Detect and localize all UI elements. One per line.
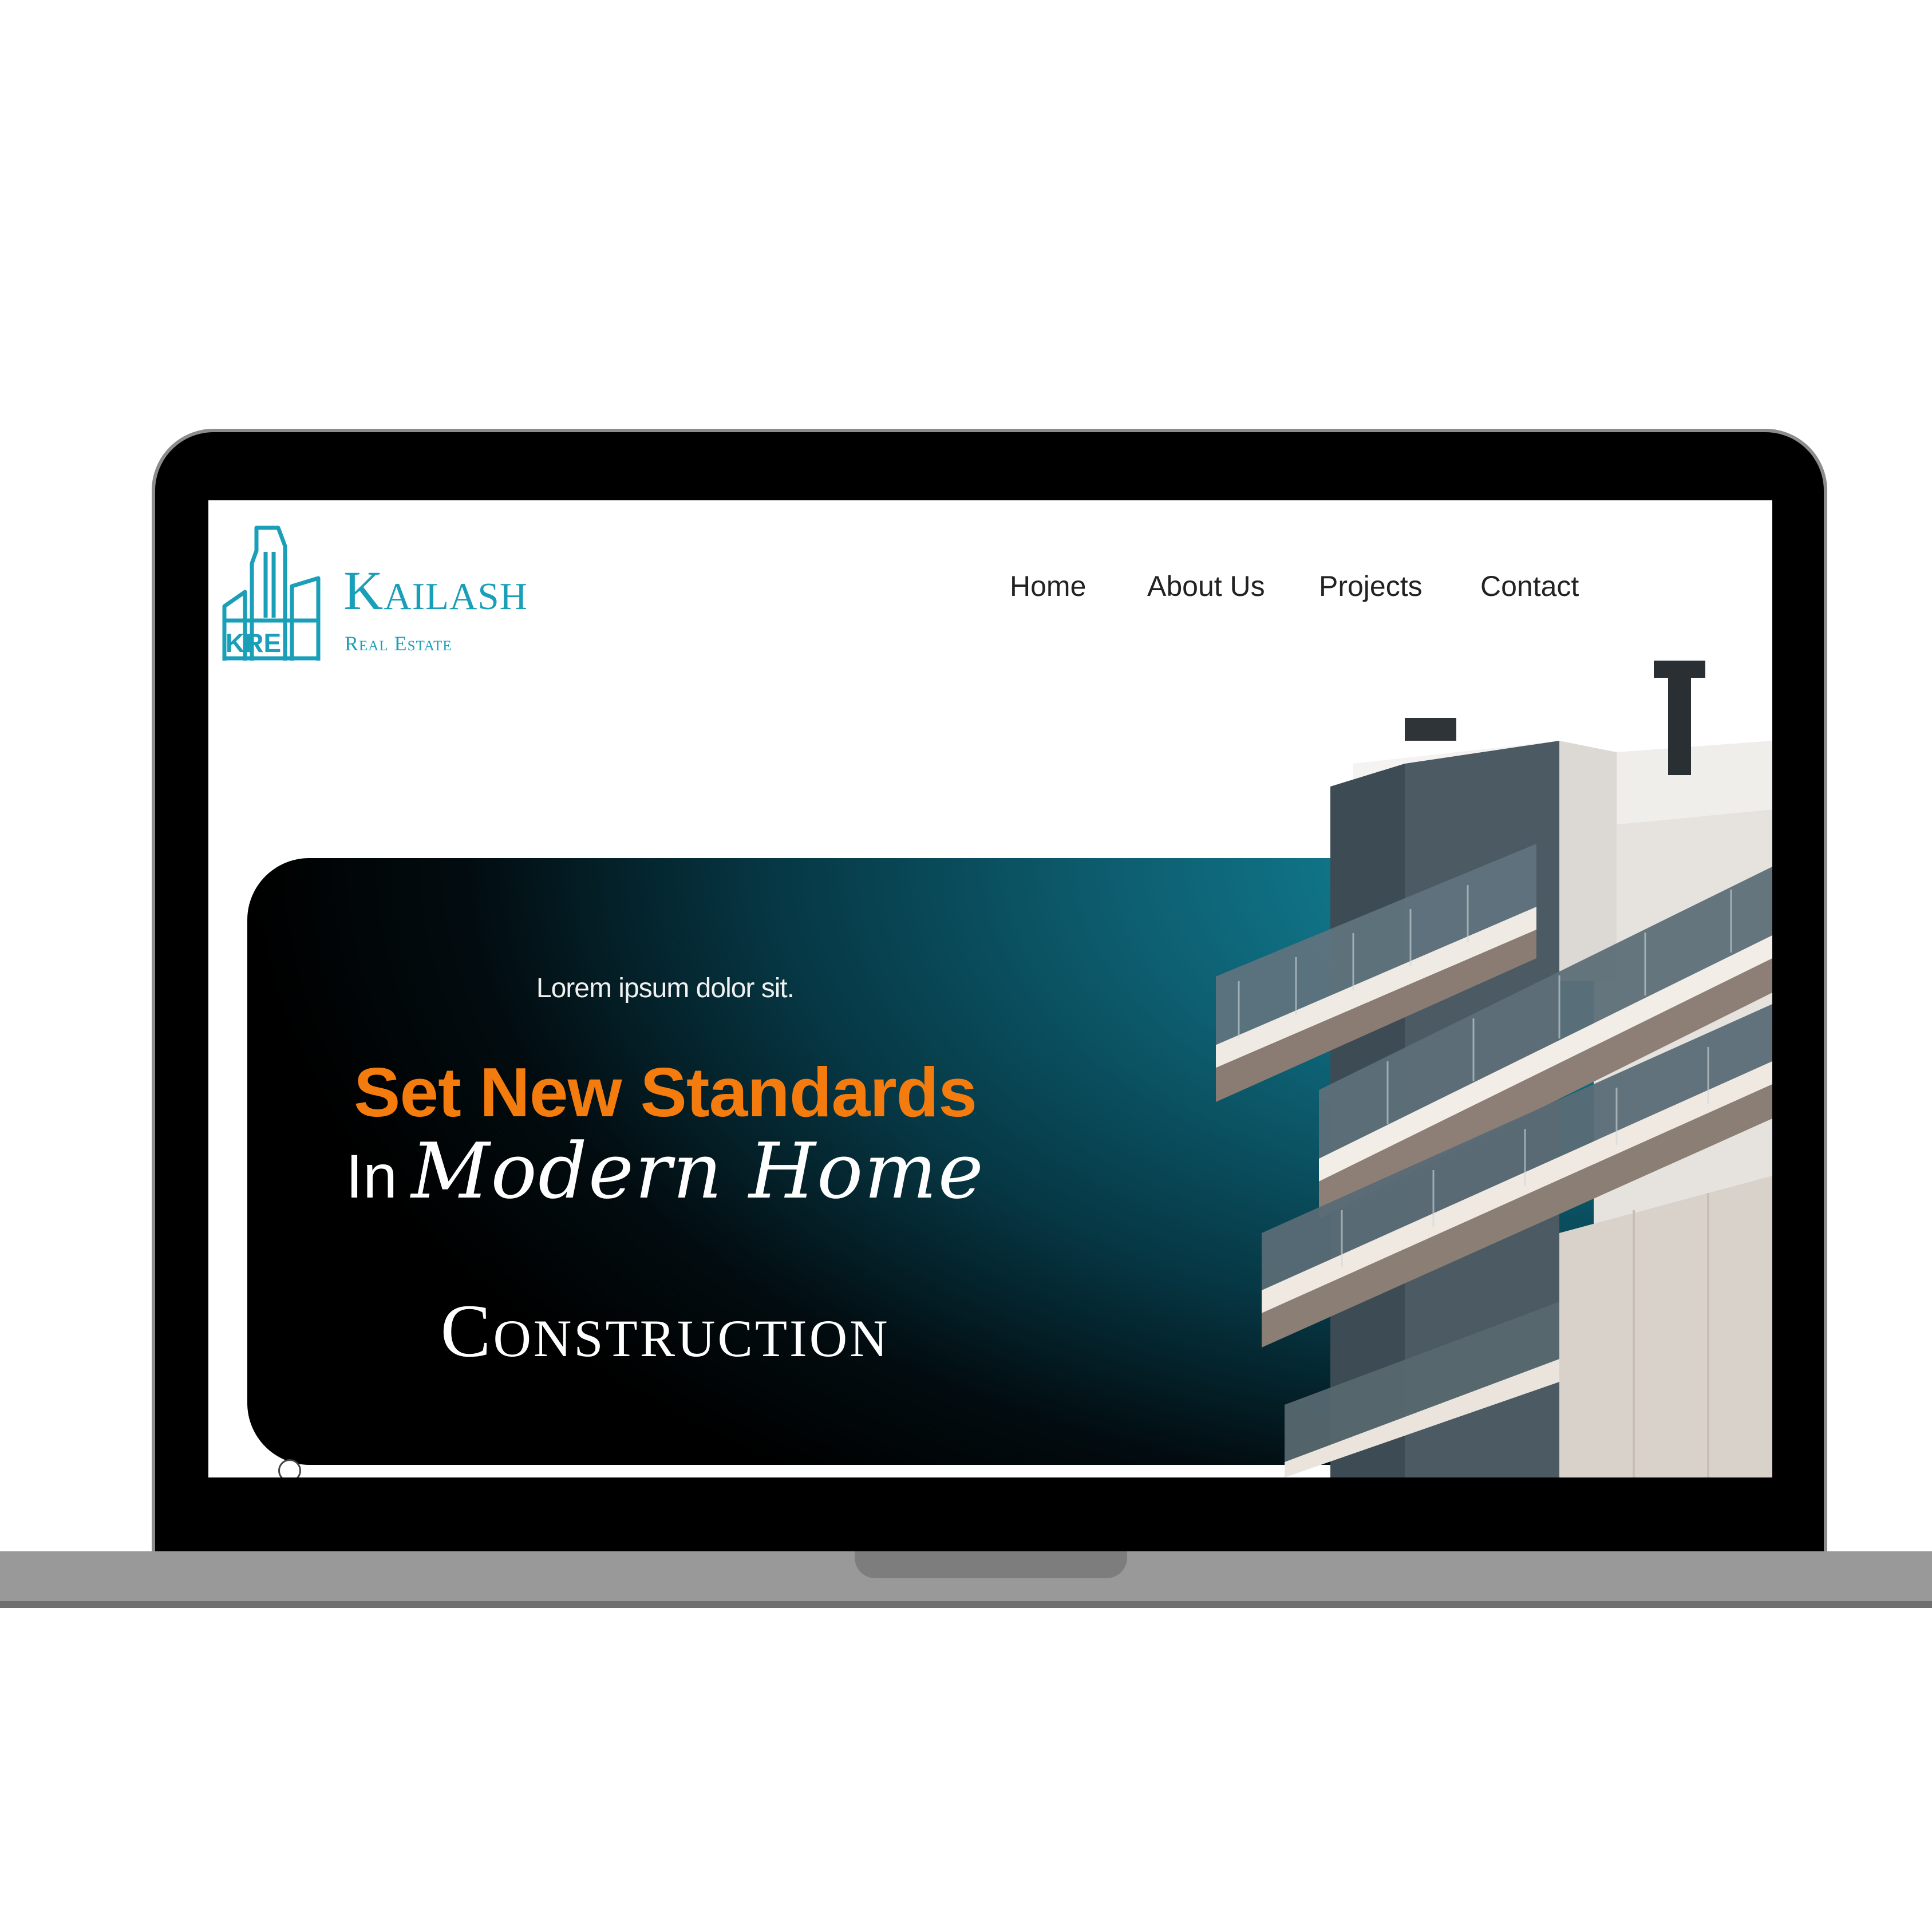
laptop-notch [855, 1551, 1127, 1578]
brand-tagline: Real Estate [345, 632, 452, 655]
building-logo-icon[interactable]: KRE [222, 523, 322, 661]
hero-eyebrow: Lorem ipsum dolor sit. [536, 973, 795, 1003]
hero-line2-script: Modern Home [411, 1127, 985, 1216]
hero-text: Lorem ipsum dolor sit. Set New Standards… [247, 858, 1083, 1465]
carousel-dot[interactable] [278, 1459, 301, 1477]
nav-contact-link[interactable]: Contact [1480, 569, 1579, 603]
nav-about-us-link[interactable]: About Us [1147, 569, 1265, 603]
brand-name[interactable]: Kailash [343, 563, 528, 618]
main-nav: Home About Us Projects Contact [1010, 569, 1611, 603]
hero-line2-prefix: In [346, 1141, 398, 1211]
nav-home-link[interactable]: Home [1010, 569, 1086, 603]
building-image [1216, 661, 1772, 1477]
hero-headline: Set New Standards [353, 1053, 977, 1131]
nav-projects-link[interactable]: Projects [1319, 569, 1423, 603]
hero-line2: In Modern Home [247, 1133, 1083, 1210]
laptop-screen: KRE Kailash Real Estate Home About Us Pr… [208, 500, 1772, 1477]
logo-monogram: KRE [226, 628, 281, 658]
hero-line3: Construction [440, 1289, 890, 1373]
